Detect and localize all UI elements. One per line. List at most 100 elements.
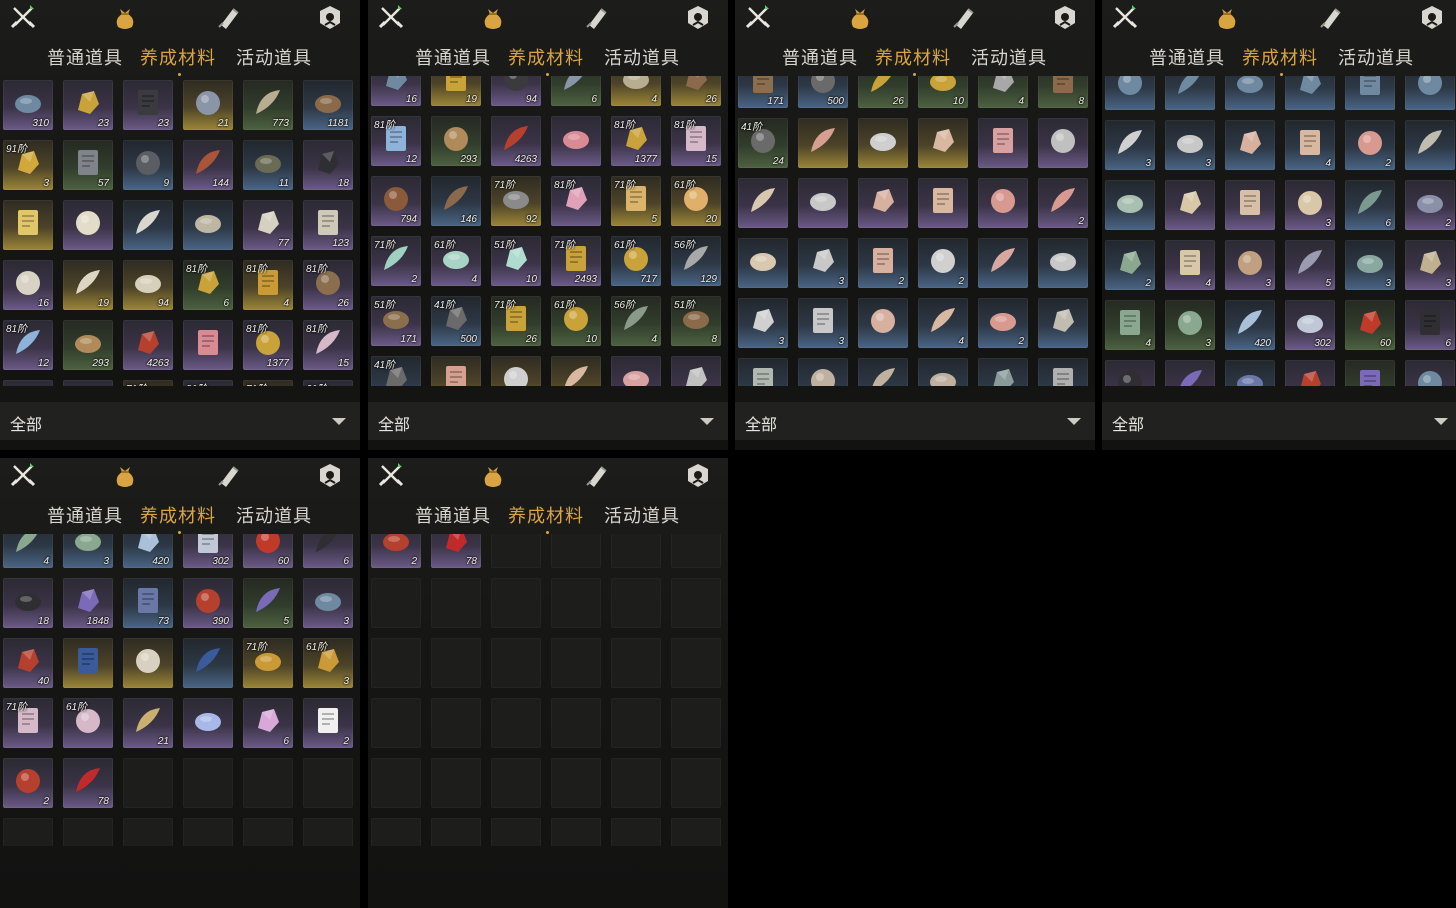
item-slot[interactable] (918, 178, 968, 228)
item-slot[interactable]: 794 (371, 176, 421, 226)
item-slot[interactable]: 71阶 (3, 698, 53, 748)
item-slot[interactable]: 3 (1405, 360, 1455, 388)
item-slot[interactable]: 3 (1165, 120, 1215, 170)
item-slot[interactable]: 2 (918, 238, 968, 288)
item-slot[interactable]: 61阶 3 (303, 638, 353, 688)
item-slot[interactable]: 2 (1105, 240, 1155, 290)
item-slot[interactable] (1225, 76, 1275, 110)
item-slot[interactable] (1038, 118, 1088, 168)
item-slot[interactable] (491, 356, 541, 388)
item-slot[interactable]: 23 (123, 80, 173, 130)
item-slot[interactable] (858, 298, 908, 348)
item-slot[interactable]: 77 (243, 200, 293, 250)
item-slot[interactable] (738, 358, 788, 388)
item-slot[interactable]: 71阶 2493 (551, 236, 601, 286)
tab-item-category[interactable]: 活动道具 (236, 44, 312, 70)
item-slot[interactable]: 3 (1345, 240, 1395, 290)
item-slot[interactable]: 3 (1165, 300, 1215, 350)
item-slot[interactable] (978, 178, 1028, 228)
item-slot[interactable] (183, 638, 233, 688)
item-slot[interactable]: 51阶 8 (671, 296, 721, 346)
item-slot[interactable] (978, 358, 1028, 388)
item-slot[interactable] (738, 238, 788, 288)
crossed-swords-icon[interactable] (1110, 3, 1140, 33)
tab-item-category[interactable]: 普通道具 (47, 502, 123, 528)
item-slot[interactable]: 81阶 1377 (243, 320, 293, 370)
item-slot[interactable]: 60 (1345, 300, 1395, 350)
item-slot[interactable]: 16 (371, 76, 421, 106)
item-slot[interactable] (858, 178, 908, 228)
item-slot[interactable] (1225, 120, 1275, 170)
scroll-icon[interactable] (213, 461, 243, 491)
pouch-icon[interactable] (1212, 3, 1242, 33)
item-slot[interactable]: 23 (63, 80, 113, 130)
item-slot[interactable] (1345, 76, 1395, 110)
filter-dropdown[interactable]: 全部 (1102, 402, 1456, 440)
item-slot[interactable]: 18 (1105, 360, 1155, 388)
item-slot[interactable] (798, 358, 848, 388)
item-slot[interactable] (858, 358, 908, 388)
item-slot[interactable]: 3 (1285, 180, 1335, 230)
item-slot[interactable] (183, 698, 233, 748)
item-slot[interactable]: 16 (3, 260, 53, 310)
item-slot[interactable]: 21 (123, 698, 173, 748)
item-slot[interactable]: 94 (491, 76, 541, 106)
scroll-icon[interactable] (581, 461, 611, 491)
tab-item-category[interactable]: 活动道具 (604, 44, 680, 70)
item-slot[interactable]: 81阶 4 (243, 260, 293, 310)
item-slot[interactable]: 40 (3, 638, 53, 688)
item-slot[interactable]: 81阶 12 (3, 320, 53, 370)
item-slot[interactable] (918, 118, 968, 168)
item-slot[interactable]: 2 (1345, 120, 1395, 170)
item-slot[interactable]: 26 (671, 76, 721, 106)
item-slot[interactable] (1285, 76, 1335, 110)
tab-item-category[interactable]: 普通道具 (415, 502, 491, 528)
item-slot[interactable] (611, 356, 661, 388)
item-slot[interactable]: 390 (1285, 360, 1335, 388)
pouch-icon[interactable] (110, 3, 140, 33)
item-slot[interactable] (63, 200, 113, 250)
item-slot[interactable]: 11 (243, 140, 293, 190)
item-slot[interactable]: 18 (303, 140, 353, 190)
item-slot[interactable]: 61阶 10 (551, 296, 601, 346)
item-slot[interactable]: 61阶 20 (671, 176, 721, 226)
item-slot[interactable]: 41阶500 (798, 76, 848, 108)
item-slot[interactable]: 19 (431, 76, 481, 106)
item-slot[interactable]: 71阶26 (491, 296, 541, 346)
item-slot[interactable]: 5 (243, 578, 293, 628)
crossed-swords-icon[interactable] (8, 461, 38, 491)
crossed-swords-icon[interactable] (376, 3, 406, 33)
item-slot[interactable]: 61阶 (63, 698, 113, 748)
item-slot[interactable]: 81阶 1377 (611, 116, 661, 166)
item-slot[interactable]: 18 (3, 578, 53, 628)
item-slot[interactable]: 41阶500 (431, 296, 481, 346)
item-slot[interactable]: 144 (183, 140, 233, 190)
item-slot[interactable]: 6 (551, 76, 601, 106)
item-slot[interactable]: 123 (303, 200, 353, 250)
item-slot[interactable] (1038, 358, 1088, 388)
item-slot[interactable] (1225, 180, 1275, 230)
item-slot[interactable]: 56阶 129 (671, 236, 721, 286)
item-slot[interactable]: 94 (123, 260, 173, 310)
item-slot[interactable]: 4 (1165, 240, 1215, 290)
item-slot[interactable] (738, 178, 788, 228)
item-slot[interactable]: 71阶 92 (491, 176, 541, 226)
item-slot[interactable]: 302 (183, 534, 233, 568)
item-slot[interactable]: 390 (183, 578, 233, 628)
item-slot[interactable]: 71阶26 (858, 76, 908, 108)
item-slot[interactable]: 19 (63, 260, 113, 310)
item-slot[interactable]: 3 (798, 298, 848, 348)
item-slot[interactable]: 81阶 12 (371, 116, 421, 166)
item-slot[interactable]: 4 (1105, 300, 1155, 350)
item-slot[interactable] (1165, 76, 1215, 110)
pouch-icon[interactable] (478, 3, 508, 33)
item-slot[interactable] (1105, 76, 1155, 110)
item-slot[interactable] (3, 200, 53, 250)
tab-item-category[interactable]: 活动道具 (971, 44, 1047, 70)
filter-dropdown[interactable]: 全部 (368, 402, 728, 440)
item-slot[interactable]: 2 (303, 698, 353, 748)
item-slot[interactable]: 420 (123, 534, 173, 568)
tab-item-category[interactable]: 养成材料 (1242, 44, 1318, 76)
settings-icon[interactable] (1417, 3, 1447, 33)
crossed-swords-icon[interactable] (376, 461, 406, 491)
